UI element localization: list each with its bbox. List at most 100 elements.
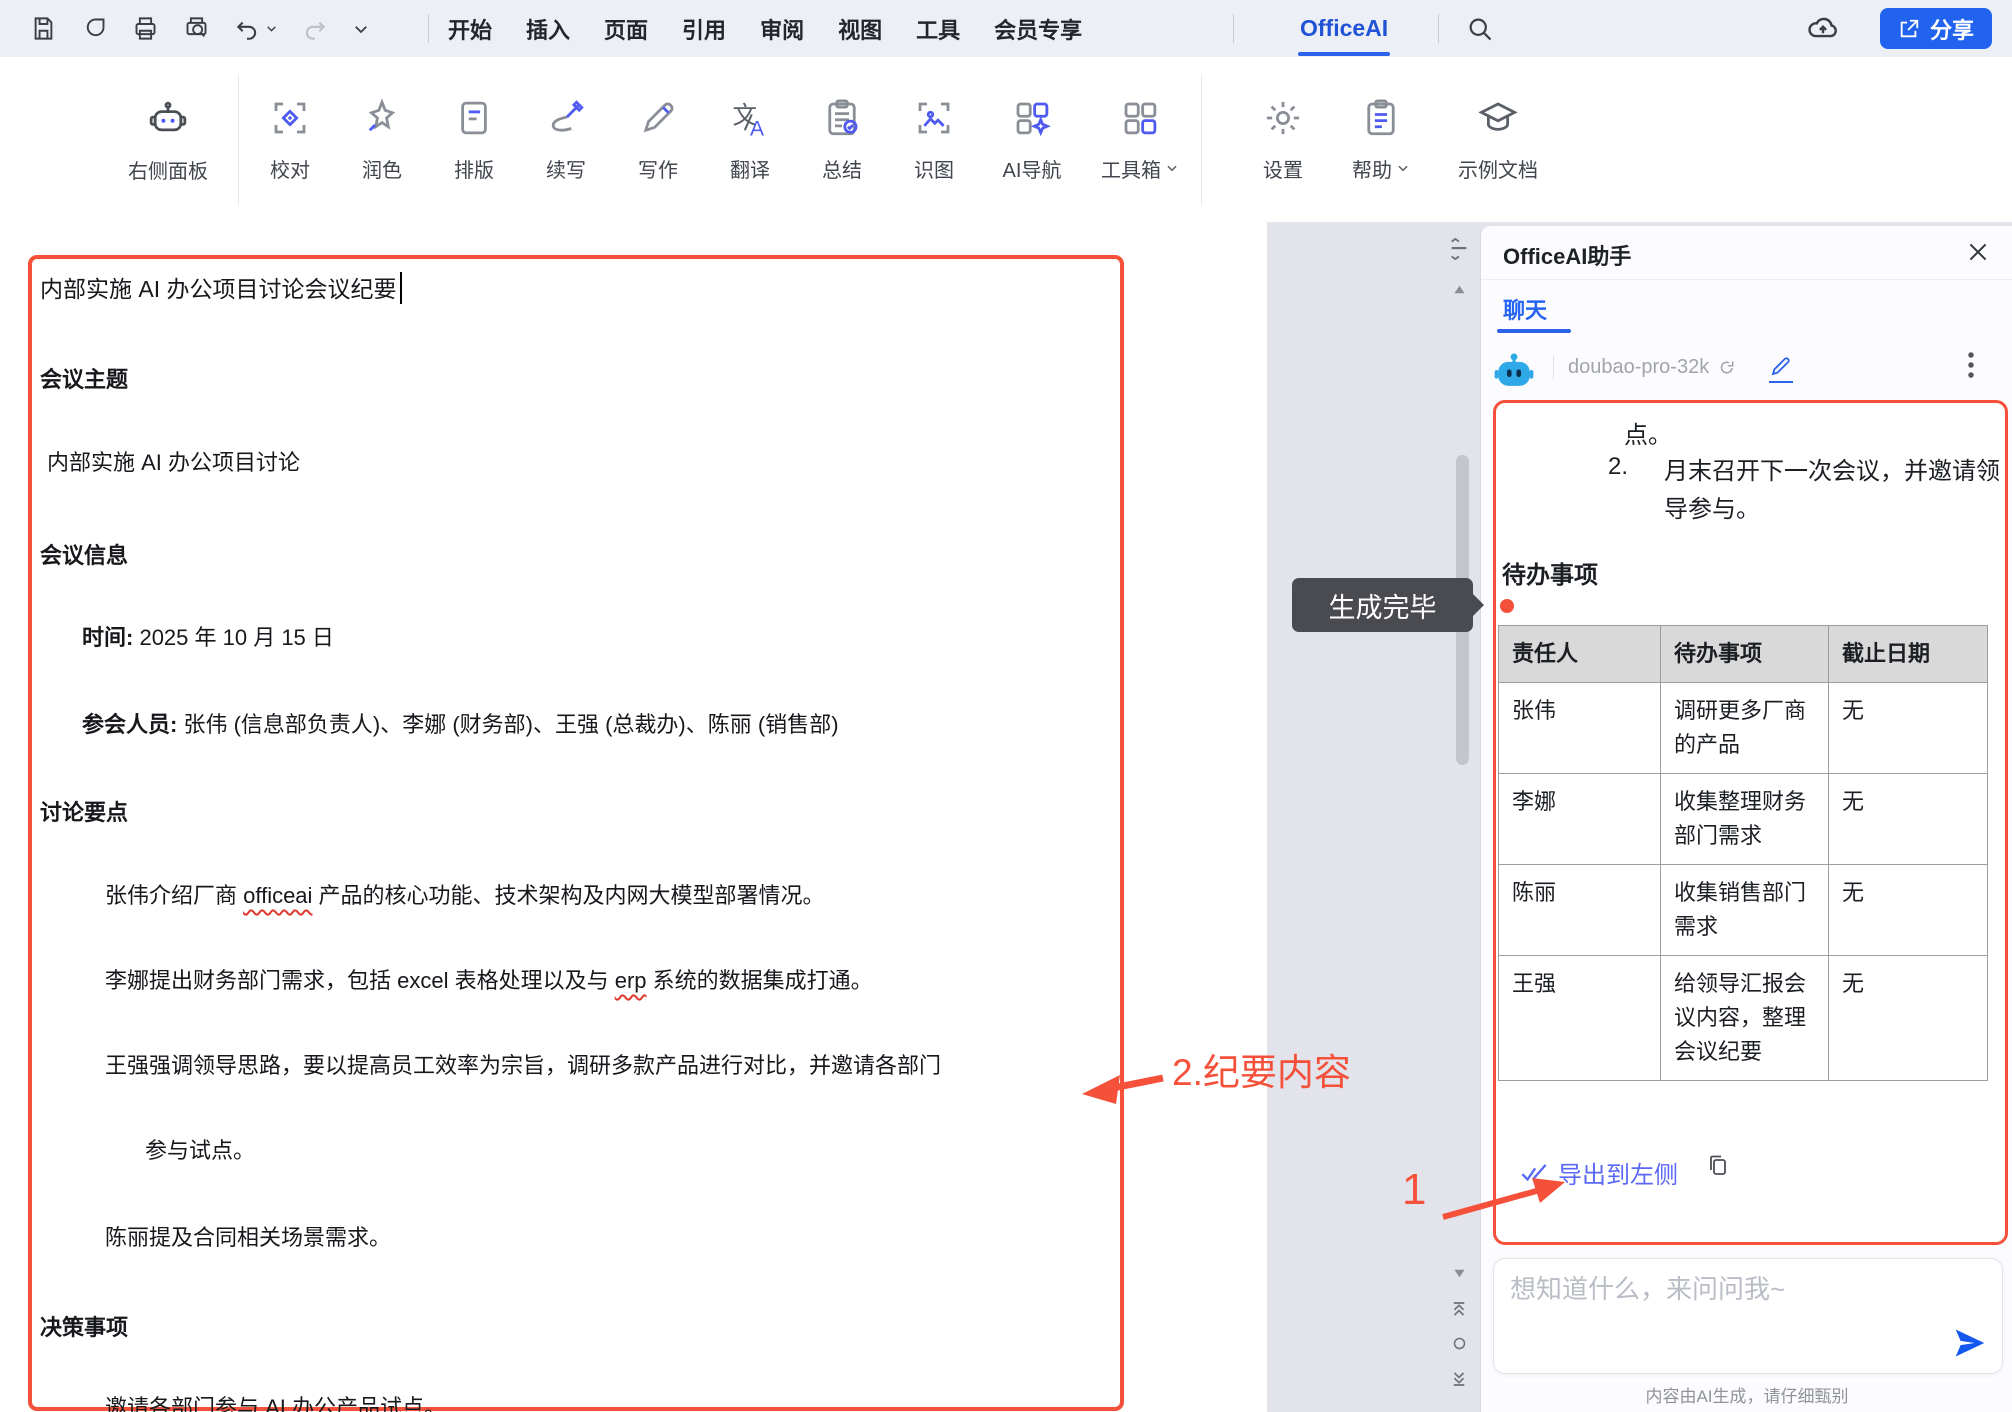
- col-deadline: 截止日期: [1829, 626, 1988, 683]
- right-panel-toggle-button[interactable]: 右侧面板: [103, 96, 233, 184]
- menu-review[interactable]: 审阅: [760, 13, 804, 45]
- tool-summarize[interactable]: 总结: [796, 97, 888, 183]
- assistant-robot-icon: [1491, 352, 1537, 390]
- tool-ai-navigation[interactable]: AI导航: [980, 97, 1084, 183]
- ai-disclaimer: 内容由AI生成，请仔细甄别: [1481, 1382, 2012, 1407]
- scroll-down-arrow-icon[interactable]: [1452, 1266, 1467, 1281]
- menu-bar: 开始 插入 页面 引用 审阅 视图 工具 会员专享 OfficeAI 分享: [0, 0, 2012, 57]
- share-button[interactable]: 分享: [1880, 8, 1992, 49]
- more-commands-chevron-icon[interactable]: [352, 20, 370, 38]
- tool-continue-writing[interactable]: 续写: [520, 97, 612, 183]
- undo-button[interactable]: [234, 16, 278, 42]
- output-icon[interactable]: [81, 15, 108, 42]
- send-icon[interactable]: [1952, 1325, 1988, 1361]
- magic-star-icon: [361, 97, 403, 139]
- cloud-upload-icon[interactable]: [1806, 12, 1840, 46]
- robot-icon: [146, 96, 190, 140]
- doc-point-2: 李娜提出财务部门需求，包括 excel 表格处理以及与 erp 系统的数据集成打…: [105, 963, 873, 995]
- table-row: 张伟 调研更多厂商的产品 无: [1499, 683, 1988, 774]
- share-icon: [1898, 18, 1920, 40]
- doc-heading-info: 会议信息: [40, 543, 128, 568]
- share-label: 分享: [1930, 13, 1974, 45]
- select-browse-object-icon[interactable]: [1452, 1336, 1467, 1351]
- tool-translate[interactable]: 文A 翻译: [704, 97, 796, 183]
- tool-typeset[interactable]: 排版: [428, 97, 520, 183]
- divider: [1201, 75, 1202, 205]
- doc-time-line: 时间: 2025 年 10 月 15 日: [82, 620, 334, 652]
- scroll-up-arrow-icon[interactable]: [1452, 282, 1467, 297]
- tool-help[interactable]: 帮助: [1329, 97, 1433, 183]
- more-options-icon[interactable]: [1967, 350, 1975, 380]
- doc-heading-points: 讨论要点: [40, 800, 128, 825]
- chat-input[interactable]: [1508, 1267, 1942, 1363]
- menu-view[interactable]: 视图: [838, 13, 882, 45]
- menu-start[interactable]: 开始: [448, 13, 492, 45]
- doc-decision-1: 邀请各部门参与 AI 办公产品试点。: [105, 1390, 446, 1412]
- annotation-label-content: 2.纪要内容: [1172, 1042, 1351, 1096]
- export-to-left-button[interactable]: 导出到左侧: [1520, 1155, 1678, 1190]
- go-to-top-icon[interactable]: [1450, 1300, 1468, 1318]
- redo-button: [302, 16, 328, 42]
- save-icon[interactable]: [30, 15, 57, 42]
- edit-model-icon[interactable]: [1769, 354, 1793, 383]
- gear-icon: [1262, 97, 1304, 139]
- doc-point-4: 陈丽提及合同相关场景需求。: [105, 1220, 391, 1252]
- menu-insert[interactable]: 插入: [526, 13, 570, 45]
- graduation-cap-icon: [1477, 97, 1519, 139]
- search-icon[interactable]: [1466, 15, 1494, 43]
- grid-sparkle-icon: [1011, 97, 1053, 139]
- text-cursor: [400, 272, 402, 304]
- divider: [1233, 14, 1234, 43]
- quick-access-toolbar: [30, 0, 370, 57]
- help-clipboard-icon: [1360, 97, 1402, 139]
- tool-proofread[interactable]: 校对: [244, 97, 336, 183]
- document-lines-icon: [453, 97, 495, 139]
- pen-curve-icon: [545, 97, 587, 139]
- menu-tools[interactable]: 工具: [916, 13, 960, 45]
- doc-heading-topic: 会议主题: [40, 367, 128, 392]
- tool-image-recognition[interactable]: 识图: [888, 97, 980, 183]
- tool-polish[interactable]: 润色: [336, 97, 428, 183]
- close-icon[interactable]: [1965, 239, 1991, 265]
- generation-cursor-dot: [1500, 599, 1514, 613]
- doc-point-3-line2: 参与试点。: [145, 1133, 255, 1165]
- divider: [428, 14, 429, 43]
- split-view-icon[interactable]: [1448, 238, 1470, 260]
- go-to-bottom-icon[interactable]: [1450, 1370, 1468, 1388]
- model-name: doubao-pro-32k: [1568, 356, 1709, 379]
- table-row: 李娜 收集整理财务部门需求 无: [1499, 774, 1988, 865]
- menu-reference[interactable]: 引用: [682, 13, 726, 45]
- todo-heading: 待办事项: [1502, 555, 1598, 590]
- spellcheck-word: erp: [615, 968, 647, 993]
- tool-settings[interactable]: 设置: [1237, 97, 1329, 183]
- doc-point-3-line1: 王强强调领导思路，要以提高员工效率为宗旨，调研多款产品进行对比，并邀请各部门: [105, 1048, 941, 1080]
- officeai-assistant-panel: OfficeAI助手 聊天 doubao-pro-32k 点。 2. 月末召开下…: [1480, 226, 2012, 1412]
- panel-header: OfficeAI助手: [1481, 226, 2012, 280]
- panel-title: OfficeAI助手: [1503, 239, 1631, 271]
- app-window: 开始 插入 页面 引用 审阅 视图 工具 会员专享 OfficeAI 分享 右: [0, 0, 2012, 1412]
- col-owner: 责任人: [1499, 626, 1661, 683]
- print-icon[interactable]: [132, 15, 159, 42]
- translate-icon: 文A: [729, 97, 771, 139]
- chevron-down-icon: [1396, 161, 1410, 175]
- tab-officeai-active[interactable]: OfficeAI: [1300, 0, 1388, 57]
- tool-writing[interactable]: 写作: [612, 97, 704, 183]
- message-wrapped-line: 点。: [1624, 415, 1672, 450]
- list-item-text: 月末召开下一次会议，并邀请领导参与。: [1664, 453, 2000, 529]
- table-header-row: 责任人 待办事项 截止日期: [1499, 626, 1988, 683]
- menu-membership[interactable]: 会员专享: [994, 13, 1082, 45]
- tool-sample-document[interactable]: 示例文档: [1433, 97, 1563, 183]
- chevron-down-icon: [265, 22, 278, 35]
- tab-chat[interactable]: 聊天: [1503, 293, 1547, 325]
- image-scan-icon: [913, 97, 955, 139]
- tool-toolbox[interactable]: 工具箱: [1084, 97, 1196, 183]
- print-preview-icon[interactable]: [183, 15, 210, 42]
- toolbox-grid-icon: [1119, 97, 1161, 139]
- copy-icon[interactable]: [1706, 1153, 1730, 1179]
- chat-input-box: [1493, 1258, 2003, 1374]
- doc-heading-decisions: 决策事项: [40, 1315, 128, 1340]
- model-selector[interactable]: doubao-pro-32k: [1553, 356, 1735, 379]
- menu-page[interactable]: 页面: [604, 13, 648, 45]
- document-page[interactable]: 内部实施 AI 办公项目讨论会议纪要 会议主题 内部实施 AI 办公项目讨论 会…: [0, 222, 1267, 1412]
- doc-title: 内部实施 AI 办公项目讨论会议纪要: [40, 270, 402, 304]
